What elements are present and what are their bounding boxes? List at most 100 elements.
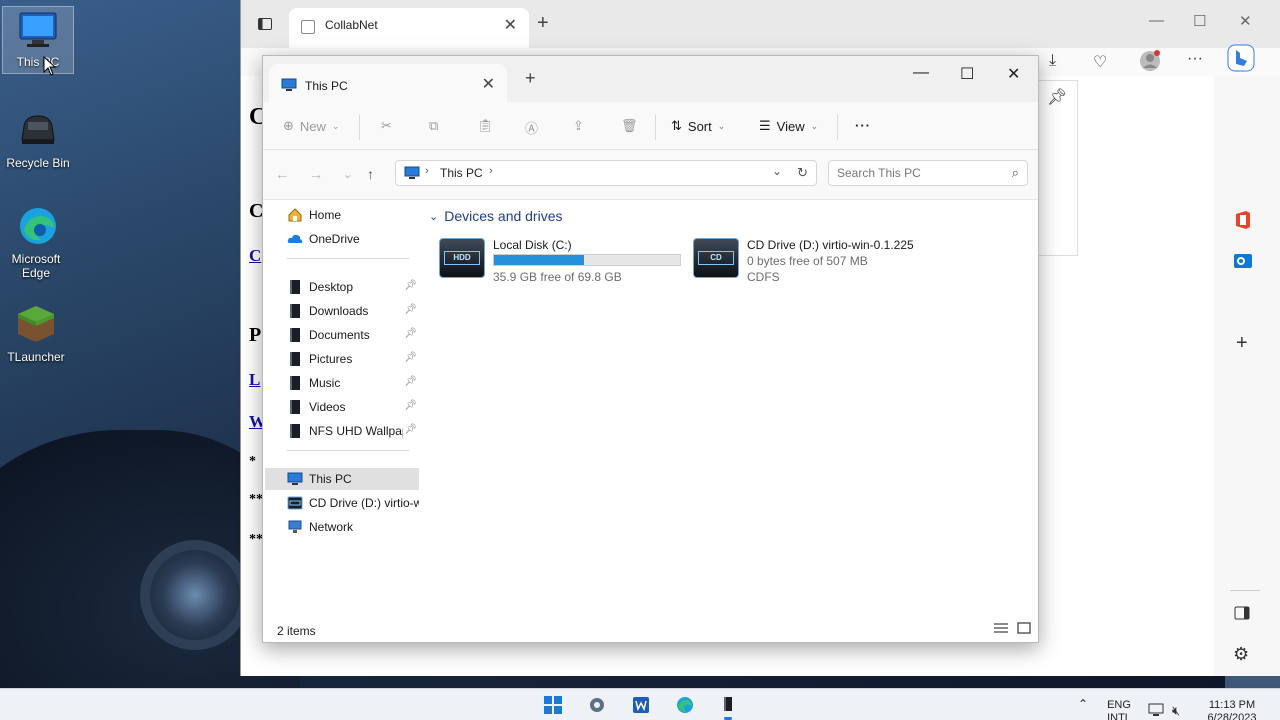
view-button[interactable]: ☰ View ⌄ <box>759 118 818 134</box>
settings-gear-icon[interactable] <box>587 695 607 715</box>
drive-tile-cd-drive-d[interactable]: CD CD Drive (D:) virtio-win-0.1.225 0 by… <box>693 234 943 284</box>
home-icon <box>287 208 303 222</box>
word-icon[interactable] <box>631 695 651 715</box>
new-tab-button[interactable]: + <box>537 12 549 35</box>
volume-muted-icon[interactable]: 🔇︎ <box>1172 703 1180 719</box>
back-arrow-icon[interactable]: ← <box>275 166 289 182</box>
nav-item-network[interactable]: Network <box>265 516 419 538</box>
bing-chat-icon[interactable] <box>1227 44 1255 77</box>
pin-icon[interactable]: 📌︎ <box>404 400 417 411</box>
hard-drive-icon: HDD <box>439 238 485 278</box>
recycle-bin-icon <box>16 108 60 152</box>
up-arrow-icon[interactable]: ↑ <box>367 166 374 182</box>
pin-icon[interactable]: 📌︎ <box>1047 87 1067 107</box>
desktop-icon-recycle-bin[interactable]: Recycle Bin <box>2 108 74 170</box>
settings-gear-icon[interactable]: ⚙ <box>1233 644 1249 665</box>
drive-tile-local-disk-c[interactable]: HDD Local Disk (C:) 35.9 GB free of 69.8… <box>439 234 689 284</box>
desktop-icon-label: TLauncher <box>7 350 65 364</box>
explorer-new-tab-button[interactable]: + <box>525 68 536 89</box>
tiles-view-icon[interactable] <box>1017 622 1031 637</box>
explorer-tab-this-pc[interactable]: This PC ✕ <box>269 64 507 102</box>
pin-icon[interactable]: 📌︎ <box>404 376 417 387</box>
page-link[interactable]: C <box>249 246 261 266</box>
details-view-icon[interactable] <box>993 622 1009 637</box>
browser-minimize-icon[interactable]: — <box>1149 12 1164 29</box>
refresh-icon[interactable]: ↻ <box>797 165 808 181</box>
show-hidden-icons-chevron-icon[interactable]: ⌃ <box>1078 697 1088 711</box>
sort-button[interactable]: ⇅ Sort ⌄ <box>671 118 725 134</box>
pin-icon[interactable]: 📌︎ <box>404 328 417 339</box>
nav-divider <box>287 258 409 259</box>
copy-icon[interactable]: ⧉ <box>429 118 438 134</box>
office-icon[interactable] <box>1234 210 1252 233</box>
tab-actions-icon[interactable] <box>257 16 273 35</box>
desktop-icon-this-pc[interactable]: This PC <box>2 6 74 74</box>
search-input[interactable] <box>837 166 997 180</box>
nav-item-this-pc[interactable]: This PC <box>265 468 419 490</box>
browser-maximize-icon[interactable]: ☐ <box>1193 12 1206 30</box>
network-tray-icon[interactable] <box>1148 703 1164 720</box>
more-menu-icon[interactable]: ··· <box>1187 50 1203 68</box>
breadcrumb-chevron-icon[interactable]: › <box>489 165 493 177</box>
page-text: ** <box>249 492 263 507</box>
browser-tab-collabnet[interactable]: CollabNet ✕ <box>289 8 529 48</box>
nav-item-pictures[interactable]: Pictures 📌︎ <box>265 348 419 370</box>
input-language-indicator[interactable]: ENG INTL <box>1104 699 1134 720</box>
search-icon[interactable]: ⌕ <box>1012 165 1019 181</box>
sort-arrows-icon: ⇅ <box>671 118 682 133</box>
file-explorer-icon[interactable] <box>718 695 738 720</box>
profile-icon[interactable] <box>1139 50 1161 77</box>
desktop-icon-tlauncher[interactable]: TLauncher <box>0 302 72 364</box>
browser-close-icon[interactable]: ✕ <box>1239 12 1252 30</box>
paste-icon[interactable]: 📋︎ <box>477 118 494 134</box>
nav-item-nfs-wallpapers[interactable]: NFS UHD Wallpapers 📌︎ <box>265 420 419 442</box>
nav-item-documents[interactable]: Documents 📌︎ <box>265 324 419 346</box>
nav-item-home[interactable]: Home <box>265 204 419 226</box>
nav-item-cd-drive[interactable]: CD Drive (D:) virtio-win-0.1.225 <box>265 492 419 514</box>
desktop-icon-label: Microsoft Edge <box>11 252 61 280</box>
maximize-icon[interactable]: ☐ <box>960 64 974 84</box>
nav-item-label: Videos <box>309 400 346 414</box>
clock[interactable]: 11:13 PM 6/28/2023 <box>1196 699 1268 720</box>
nav-item-desktop[interactable]: Desktop 📌︎ <box>265 276 419 298</box>
close-window-icon[interactable]: ✕ <box>1007 64 1020 84</box>
nav-item-music[interactable]: Music 📌︎ <box>265 372 419 394</box>
forward-arrow-icon[interactable]: → <box>309 166 323 182</box>
desktop-icon-edge[interactable]: Microsoft Edge <box>0 204 72 280</box>
pin-icon[interactable]: 📌︎ <box>404 280 417 291</box>
group-header-devices-and-drives[interactable]: ⌄ Devices and drives <box>429 208 563 224</box>
add-sidebar-app-icon[interactable]: + <box>1236 332 1248 355</box>
close-tab-icon[interactable]: ✕ <box>504 15 517 35</box>
delete-icon[interactable]: 🗑︎ <box>621 118 638 134</box>
monitor-icon <box>16 7 60 51</box>
share-icon[interactable]: ⇪ <box>573 118 584 134</box>
nav-item-downloads[interactable]: Downloads 📌︎ <box>265 300 419 322</box>
search-box[interactable]: ⌕ <box>828 160 1028 186</box>
close-tab-icon[interactable]: ✕ <box>482 74 495 94</box>
pin-icon[interactable]: 📌︎ <box>404 424 417 435</box>
health-icon[interactable]: ♡ <box>1093 52 1107 72</box>
pin-icon[interactable]: 📌︎ <box>404 352 417 363</box>
see-more-button[interactable]: ··· <box>855 118 871 133</box>
drive-filesystem: CDFS <box>747 270 780 284</box>
breadcrumb-chevron-icon[interactable]: › <box>425 165 429 177</box>
address-dropdown-chevron-icon[interactable]: ⌄ <box>772 164 782 178</box>
rename-icon[interactable]: Ⓐ <box>525 118 538 137</box>
nav-item-videos[interactable]: Videos 📌︎ <box>265 396 419 418</box>
nav-item-onedrive[interactable]: OneDrive <box>265 228 419 250</box>
breadcrumb-current[interactable]: This PC <box>440 166 483 180</box>
edge-icon[interactable] <box>675 695 695 715</box>
sidebar-divider <box>1230 590 1260 591</box>
downloads-icon[interactable]: ⤓ <box>1049 52 1056 70</box>
page-link[interactable]: L <box>249 370 260 390</box>
sidebar-toggle-icon[interactable] <box>1234 606 1250 623</box>
minimize-icon[interactable]: — <box>913 64 929 82</box>
new-button[interactable]: ⊕ New ⌄ <box>283 118 339 134</box>
address-bar[interactable]: › This PC › ⌄ ↻ <box>395 160 817 186</box>
outlook-icon[interactable] <box>1234 252 1252 273</box>
nav-item-label: Home <box>309 208 342 222</box>
cut-icon[interactable]: ✂ <box>381 118 392 134</box>
pin-icon[interactable]: 📌︎ <box>404 304 417 315</box>
start-windows-icon[interactable] <box>543 695 563 715</box>
recent-locations-chevron-icon[interactable]: ⌄ <box>343 168 352 181</box>
